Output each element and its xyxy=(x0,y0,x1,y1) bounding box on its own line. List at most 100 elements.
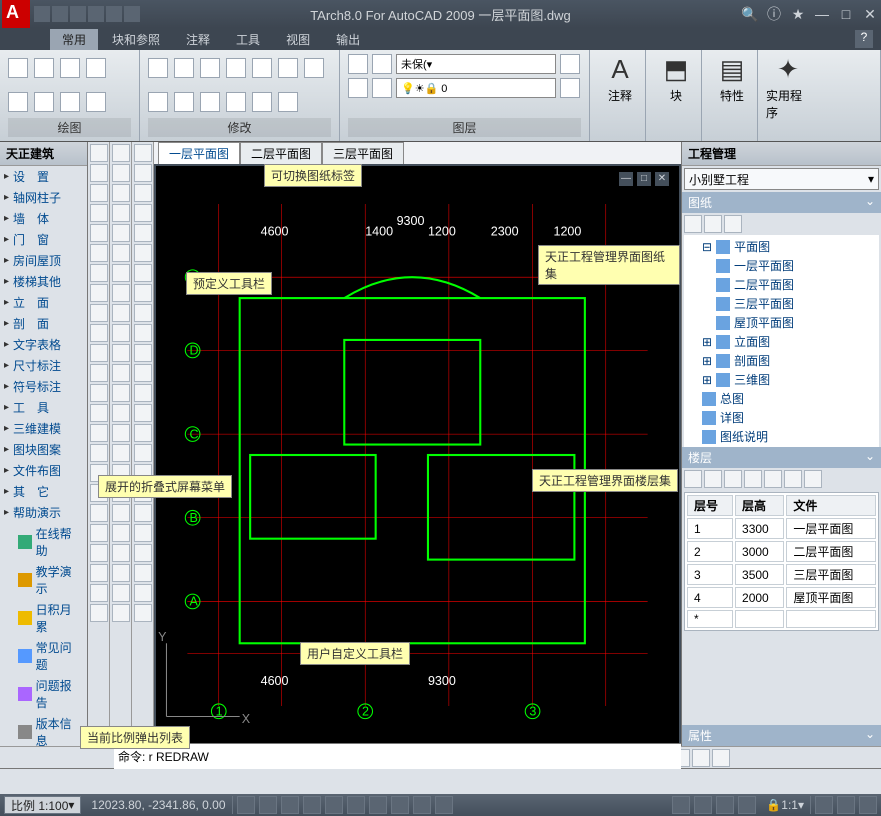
tool-icon[interactable] xyxy=(112,224,130,242)
section-props[interactable]: 属性⌄ xyxy=(682,725,881,746)
tool-icon[interactable] xyxy=(112,464,130,482)
search-icon[interactable]: 🔍 xyxy=(741,5,759,23)
tool-icon[interactable] xyxy=(134,484,152,502)
hatch-icon[interactable] xyxy=(34,92,54,112)
line-icon[interactable] xyxy=(8,58,28,78)
tz-item[interactable]: 房间屋顶 xyxy=(0,250,87,271)
tool-icon[interactable] xyxy=(134,564,152,582)
tool-icon[interactable] xyxy=(112,204,130,222)
polar-icon[interactable] xyxy=(303,796,321,814)
doc-minimize-icon[interactable]: — xyxy=(619,172,633,186)
qat-open-icon[interactable] xyxy=(52,6,68,22)
layer-state-combo[interactable]: 未保(▾ xyxy=(396,54,556,74)
tz-help-item[interactable]: 版本信息 xyxy=(0,713,87,746)
tool-icon[interactable] xyxy=(134,304,152,322)
new-sheet-icon[interactable] xyxy=(684,215,702,233)
project-combo[interactable]: 小别墅工程▾ xyxy=(684,168,879,190)
tool-icon[interactable] xyxy=(90,264,108,282)
arc-icon[interactable] xyxy=(34,58,54,78)
doc-close-icon[interactable]: ✕ xyxy=(655,172,669,186)
tool-icon[interactable] xyxy=(90,244,108,262)
tool-icon[interactable] xyxy=(134,524,152,542)
tool-icon[interactable] xyxy=(112,144,130,162)
grid-icon[interactable] xyxy=(259,796,277,814)
tool-icon[interactable] xyxy=(112,364,130,382)
section-drawings[interactable]: 图纸⌄ xyxy=(682,192,881,213)
tool-icon[interactable] xyxy=(112,264,130,282)
circle-icon[interactable] xyxy=(60,58,80,78)
clean-icon[interactable] xyxy=(859,796,877,814)
tool-icon[interactable] xyxy=(112,324,130,342)
ribbon-tab-tool[interactable]: 工具 xyxy=(224,29,272,50)
rect-icon[interactable] xyxy=(86,58,106,78)
info-icon[interactable]: ⓘ xyxy=(765,5,783,23)
tool-icon[interactable] xyxy=(134,164,152,182)
tool-icon[interactable] xyxy=(90,364,108,382)
dyn-icon[interactable] xyxy=(391,796,409,814)
snap-icon[interactable] xyxy=(237,796,255,814)
qp-icon[interactable] xyxy=(435,796,453,814)
tool-icon[interactable] xyxy=(112,344,130,362)
tool-icon[interactable] xyxy=(112,404,130,422)
stretch-icon[interactable] xyxy=(148,92,168,112)
tool-icon[interactable] xyxy=(90,484,108,502)
tool-icon[interactable] xyxy=(90,324,108,342)
section-floors[interactable]: 楼层⌄ xyxy=(682,447,881,468)
expand-icon[interactable]: ⊞ xyxy=(702,373,712,387)
tree-item[interactable]: 二层平面图 xyxy=(688,275,875,294)
ribbon-tab-annot[interactable]: 注释 xyxy=(174,29,222,50)
tool-icon[interactable] xyxy=(134,504,152,522)
tool-icon[interactable] xyxy=(134,204,152,222)
tool-icon[interactable] xyxy=(112,544,130,562)
drawing-canvas[interactable]: — □ ✕ xyxy=(154,164,681,746)
floor-tb7-icon[interactable] xyxy=(804,470,822,488)
command-line[interactable]: 命令: r REDRAW xyxy=(114,743,681,769)
tool-icon[interactable] xyxy=(112,184,130,202)
mirror-icon[interactable] xyxy=(278,58,298,78)
point-icon[interactable] xyxy=(86,92,106,112)
annoscale[interactable]: 🔒 1:1 ▾ xyxy=(760,796,811,814)
dtab-1[interactable]: 一层平面图 xyxy=(158,142,240,164)
qat-new-icon[interactable] xyxy=(34,6,50,22)
ribbon-tab-view[interactable]: 视图 xyxy=(274,29,322,50)
tz-item[interactable]: 楼梯其他 xyxy=(0,271,87,292)
tool-icon[interactable] xyxy=(112,164,130,182)
tool-icon[interactable] xyxy=(90,404,108,422)
ortho-icon[interactable] xyxy=(281,796,299,814)
scale-icon[interactable] xyxy=(304,58,324,78)
tree-item[interactable]: 一层平面图 xyxy=(688,256,875,275)
ribbon-help-icon[interactable]: ? xyxy=(855,30,873,48)
floor-tb3-icon[interactable] xyxy=(724,470,742,488)
tool-icon[interactable] xyxy=(112,284,130,302)
tz-item[interactable]: 轴网柱子 xyxy=(0,187,87,208)
tool-icon[interactable] xyxy=(112,584,130,602)
layermgr-icon[interactable] xyxy=(560,54,580,74)
custom-tool-icon[interactable] xyxy=(712,749,730,767)
tree-item[interactable]: ⊞立面图 xyxy=(688,332,875,351)
tool-icon[interactable] xyxy=(134,584,152,602)
tool-icon[interactable] xyxy=(134,424,152,442)
expand-icon[interactable]: ⊞ xyxy=(702,354,712,368)
tz-help-item[interactable]: 问题报告 xyxy=(0,675,87,713)
maximize-icon[interactable]: □ xyxy=(837,5,855,23)
explode-icon[interactable] xyxy=(278,92,298,112)
array-icon[interactable] xyxy=(200,92,220,112)
tree-item[interactable]: 图纸说明 xyxy=(688,427,875,446)
floor-tb4-icon[interactable] xyxy=(744,470,762,488)
tool-icon[interactable] xyxy=(90,284,108,302)
tz-item[interactable]: 剖 面 xyxy=(0,313,87,334)
ribbon-tab-output[interactable]: 输出 xyxy=(324,29,372,50)
qat-undo-icon[interactable] xyxy=(88,6,104,22)
tree-item[interactable]: ⊟平面图 xyxy=(688,237,875,256)
tool-icon[interactable] xyxy=(134,404,152,422)
layerfrz-icon[interactable] xyxy=(372,78,392,98)
tool-icon[interactable] xyxy=(112,604,130,622)
model-icon[interactable] xyxy=(672,796,690,814)
tool-icon[interactable] xyxy=(90,304,108,322)
annovisibility-icon[interactable] xyxy=(815,796,833,814)
table-row[interactable]: 13300一层平面图 xyxy=(687,518,876,539)
del-sheet-icon[interactable] xyxy=(724,215,742,233)
tool-icon[interactable] xyxy=(112,504,130,522)
add-sheet-icon[interactable] xyxy=(704,215,722,233)
block-button[interactable]: ⬒块 xyxy=(654,54,698,104)
